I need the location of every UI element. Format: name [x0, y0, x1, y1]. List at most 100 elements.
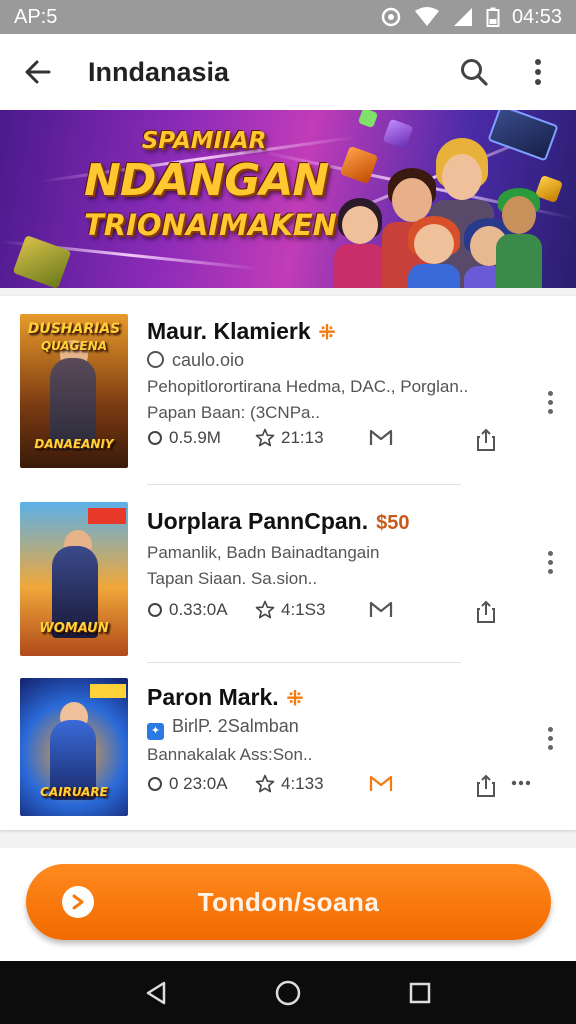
location-icon: [381, 7, 401, 27]
downloads-icon: [148, 603, 162, 617]
downloads-count: 0.5.9M: [169, 428, 221, 447]
wifi-icon: [414, 7, 439, 26]
downloads-count: 0 23:0A: [169, 774, 228, 793]
thumbnail-footer: DANAEANIY: [34, 437, 114, 451]
nav-recents-icon: [409, 982, 431, 1003]
bottom-action-area: Tondon/soana: [0, 848, 576, 961]
app-description-1: Bannakalak Ass:Son..: [147, 745, 313, 764]
gem-cube: [382, 118, 414, 150]
banner-line-1: SPAMIIAR: [141, 128, 267, 154]
status-time: AP:5: [14, 5, 58, 28]
star-icon: [255, 600, 275, 619]
nav-recents-button[interactable]: [400, 973, 440, 1013]
thumbnail-footer: WOMAUN: [39, 621, 109, 636]
thumbnail-subtitle: QUAGENA: [40, 339, 108, 353]
app-description-1: Pehopitlorortirana Hedma, DAC., Porglan.…: [147, 377, 469, 396]
banner-headline: SPAMIIAR NDANGAN TRIONAIMAKEN: [84, 128, 337, 242]
mail-icon: [369, 775, 393, 791]
downloads-stat: 0.5.9M: [147, 428, 221, 448]
arrow-badge-icon: [62, 886, 94, 918]
back-button[interactable]: [16, 50, 60, 94]
app-thumbnail: WOMAUN: [20, 502, 128, 656]
list-item[interactable]: WOMAUN Uorplara PannCpan. $50 Pamanlik, B…: [0, 502, 576, 674]
share-icon: [477, 600, 495, 623]
app-price: $50: [376, 512, 410, 534]
back-arrow-icon: [25, 60, 51, 84]
divider: [147, 484, 461, 485]
verified-icon: ✦: [147, 723, 164, 740]
overflow-menu-button[interactable]: [516, 50, 560, 94]
rating-value: 4:133: [281, 774, 324, 793]
star-icon: [255, 774, 275, 793]
item-menu-button[interactable]: [536, 720, 564, 756]
app-title: Maur. Klamierk ⁜: [147, 318, 335, 345]
system-nav-bar: [0, 961, 576, 1024]
signal-icon: [453, 8, 472, 26]
app-stats: 0.33:0A 4:1S3: [147, 600, 507, 624]
app-stats: 0 23:0A 4:133: [147, 774, 531, 798]
share-button[interactable]: [475, 428, 497, 452]
search-icon: [461, 59, 488, 86]
app-subtitle-text: caulo.oio: [172, 350, 245, 370]
more-vert-icon: [535, 59, 541, 85]
nav-back-button[interactable]: [136, 973, 176, 1013]
downloads-icon: [148, 431, 162, 445]
thumbnail-title: DUSHARIAS: [27, 321, 121, 337]
more-horiz-icon: [511, 780, 531, 786]
mail-stat[interactable]: [369, 600, 393, 620]
rating-stat: 4:133: [255, 774, 324, 794]
app-thumbnail: CAIRUARE: [20, 678, 128, 816]
character-illustration: [404, 216, 464, 288]
star-icon: [255, 428, 275, 447]
status-icons: 04:53: [380, 6, 562, 29]
app-title-text: Maur. Klamierk: [147, 318, 311, 344]
more-horiz-button[interactable]: [511, 780, 531, 786]
mail-icon: [369, 601, 393, 617]
nav-home-button[interactable]: [268, 973, 308, 1013]
rating-stat: 21:13: [255, 428, 324, 448]
app-description-1: Pamanlik, Badn Bainadtangain: [147, 543, 380, 562]
app-stats: 0.5.9M 21:13: [147, 428, 507, 452]
app-thumbnail: DUSHARIAS QUAGENA DANAEANIY: [20, 314, 128, 468]
promo-banner[interactable]: SPAMIIAR NDANGAN TRIONAIMAKEN: [0, 110, 576, 288]
downloads-stat: 0.33:0A: [147, 600, 228, 620]
banner-line-2: NDANGAN: [84, 155, 329, 206]
app-badge: ⁜: [318, 322, 336, 344]
search-button[interactable]: [452, 50, 496, 94]
share-button[interactable]: [475, 774, 497, 798]
mail-stat[interactable]: [369, 774, 393, 794]
banner-line-3: TRIONAIMAKEN: [84, 208, 337, 242]
share-button[interactable]: [475, 600, 497, 624]
app-list: DUSHARIAS QUAGENA DANAEANIY Maur. Klamie…: [0, 296, 576, 830]
list-item[interactable]: CAIRUARE Paron Mark. ⁜ ✦ BirlP. 2Salmban B…: [0, 678, 576, 850]
share-icon: [477, 428, 495, 451]
app-title-text: Uorplara PannCpan.: [147, 508, 369, 534]
mail-icon: [369, 429, 393, 445]
downloads-count: 0.33:0A: [169, 600, 228, 619]
timer-icon: [147, 351, 164, 368]
share-icon: [477, 774, 495, 797]
status-bar: AP:5 04:53: [0, 0, 576, 34]
app-subtitle-text: BirlP. 2Salmban: [172, 716, 299, 736]
item-menu-button[interactable]: [536, 544, 564, 580]
mail-stat[interactable]: [369, 428, 393, 448]
app-title-text: Paron Mark.: [147, 684, 279, 710]
list-item[interactable]: DUSHARIAS QUAGENA DANAEANIY Maur. Klamie…: [0, 312, 576, 484]
app-description-2: Papan Baan: (3CNPa..: [147, 403, 320, 422]
primary-action-label: Tondon/soana: [197, 886, 380, 917]
status-time-right: 04:53: [511, 5, 562, 28]
nav-home-icon: [275, 980, 301, 1005]
app-description-2: Tapan Siaan. Sa.sion..: [147, 569, 318, 588]
rating-value: 21:13: [281, 428, 324, 447]
app-title: Paron Mark. ⁜: [147, 684, 303, 711]
app-subtitle: caulo.oio: [147, 350, 244, 371]
thumbnail-footer: CAIRUARE: [40, 785, 108, 799]
primary-action-button[interactable]: Tondon/soana: [26, 864, 551, 940]
app-title: Uorplara PannCpan. $50: [147, 508, 409, 535]
nav-back-icon: [146, 981, 166, 1004]
downloads-icon: [148, 777, 162, 791]
battery-icon: [486, 7, 500, 27]
gem-cube: [339, 145, 379, 185]
character-illustration: [494, 188, 544, 288]
item-menu-button[interactable]: [536, 384, 564, 420]
